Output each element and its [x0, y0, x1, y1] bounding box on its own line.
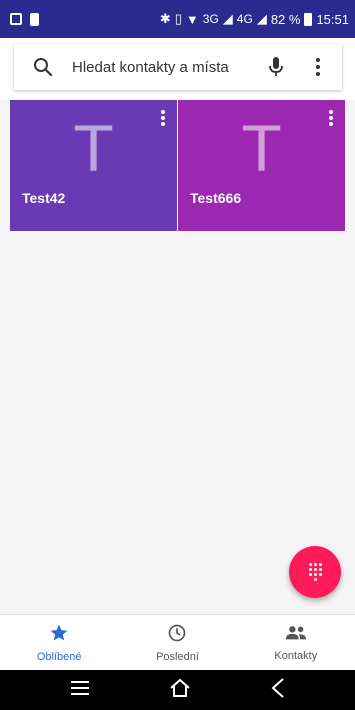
system-navigation-bar — [0, 670, 355, 710]
search-placeholder[interactable]: Hledat kontakty a místa — [72, 59, 264, 76]
image-notification-icon — [10, 13, 22, 25]
network-type-label: 3G — [202, 12, 219, 26]
tab-label: Oblíbené — [36, 650, 82, 663]
clock-time: 15:51 — [316, 11, 349, 27]
dialpad-icon — [308, 563, 322, 581]
bottom-navigation: Oblíbené Poslední Kontakty — [0, 614, 355, 670]
tab-label: Kontakty — [274, 649, 318, 662]
menu-icon[interactable] — [70, 680, 90, 701]
tab-contacts[interactable]: Kontakty — [237, 615, 355, 670]
vibrate-icon: ▯ — [174, 11, 182, 26]
tab-favorites[interactable]: Oblíbené — [0, 615, 118, 670]
favorites-grid: T Test42 T Test666 — [10, 100, 345, 231]
contact-initial: T — [241, 111, 282, 185]
battery-icon — [304, 12, 313, 26]
wifi-icon: ▼ — [185, 11, 199, 27]
network-type-label-2: 4G — [236, 12, 253, 26]
favorite-tile-test42[interactable]: T Test42 — [10, 100, 177, 231]
people-icon — [285, 624, 307, 647]
clock-icon — [167, 623, 187, 648]
search-icon[interactable] — [32, 56, 54, 78]
tab-label: Poslední — [156, 650, 199, 663]
tab-recent[interactable]: Poslední — [118, 615, 236, 670]
microphone-icon[interactable] — [264, 55, 288, 79]
sim-notification-icon — [30, 12, 39, 26]
more-options-icon[interactable] — [306, 55, 330, 79]
dialpad-button[interactable] — [289, 546, 341, 598]
tile-more-icon[interactable] — [325, 108, 337, 128]
tile-more-icon[interactable] — [157, 108, 169, 128]
bluetooth-icon: ✱ — [159, 11, 171, 26]
battery-percent: 82 % — [270, 11, 301, 27]
search-bar[interactable]: Hledat kontakty a místa — [14, 44, 342, 90]
status-bar: ✱ ▯ ▼ 3G ◢ 4G ◢ 82 % 15:51 — [0, 0, 355, 38]
signal-icon: ◢ — [222, 11, 233, 26]
back-icon[interactable] — [271, 677, 285, 704]
favorite-tile-test666[interactable]: T Test666 — [178, 100, 345, 231]
contact-name: Test666 — [190, 190, 242, 206]
signal-icon-2: ◢ — [256, 11, 267, 26]
contact-initial: T — [73, 111, 114, 185]
star-icon — [49, 623, 69, 648]
home-icon[interactable] — [169, 678, 191, 703]
contact-name: Test42 — [22, 190, 66, 206]
